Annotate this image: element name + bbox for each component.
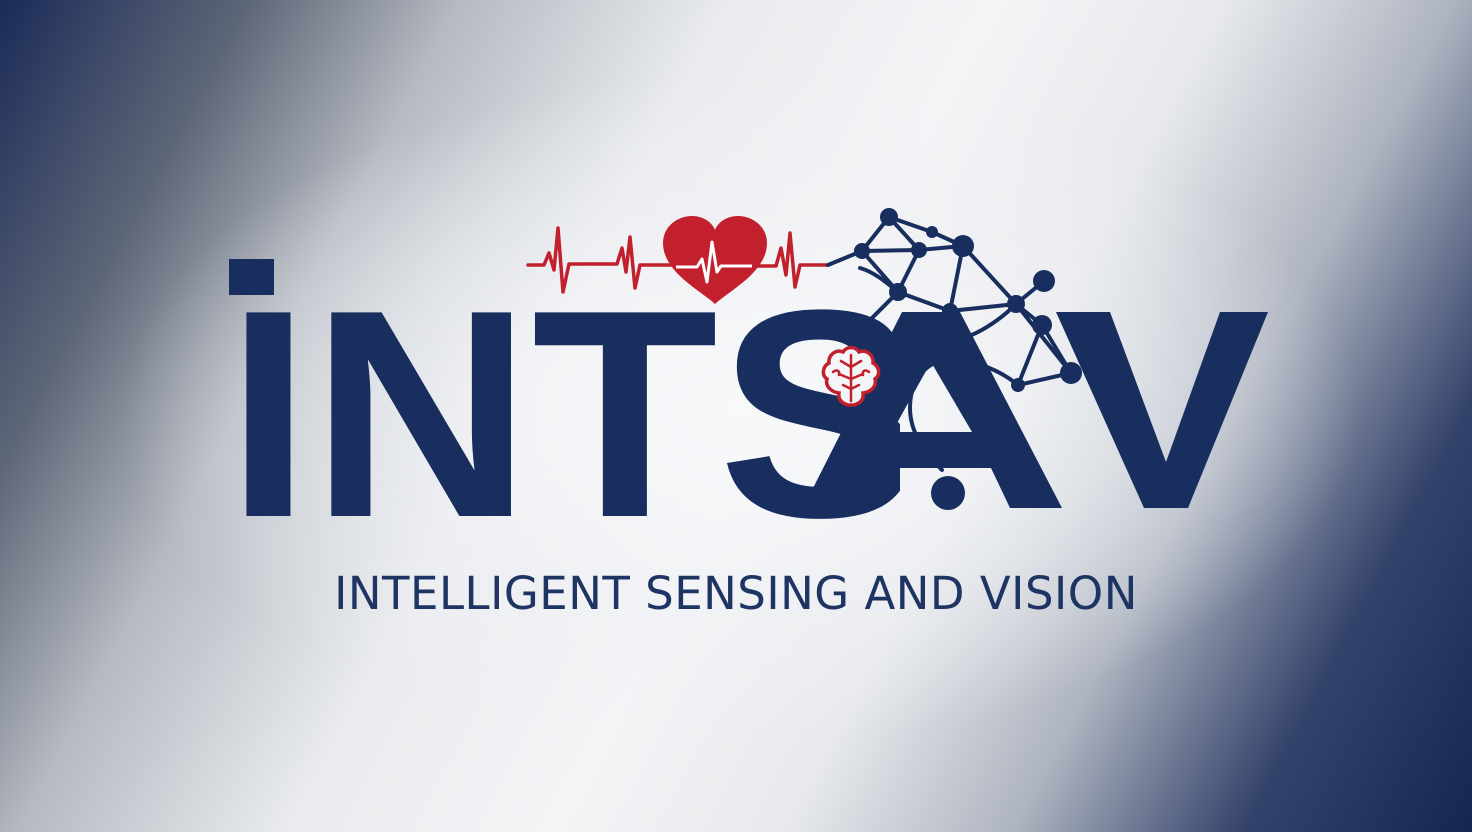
tagline: INTELLIGENT SENSING AND VISION [334, 567, 1138, 620]
wordmark-i-dot [229, 259, 274, 295]
logo-graphic: INTS [226, 208, 1268, 579]
wordmark-letter-v [1056, 312, 1268, 508]
logo-canvas: INTS INTELLIGENT SENSING AND VISION [0, 0, 1472, 832]
wordmark-letters: INTS [226, 248, 922, 579]
heart-icon [663, 216, 767, 304]
